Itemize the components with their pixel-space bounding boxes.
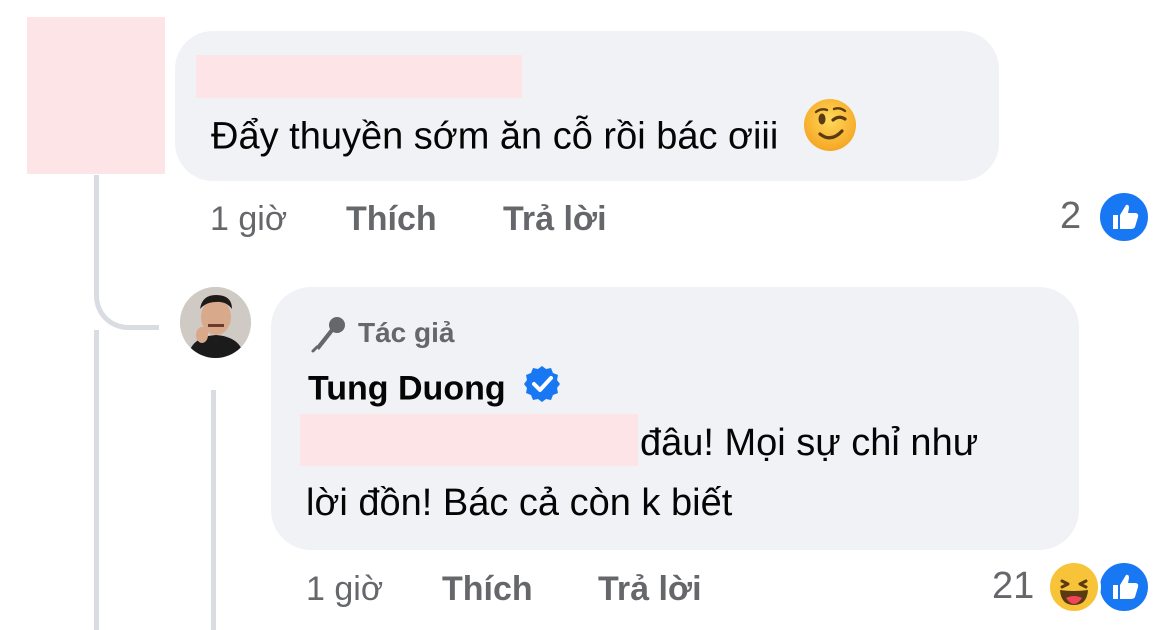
reply-reaction-count[interactable]: 21 bbox=[992, 565, 1034, 608]
reply-reply-button[interactable]: Trả lời bbox=[598, 570, 702, 609]
reply-text-line2: lời đồn! Bác cả còn k biết bbox=[306, 482, 733, 524]
comment-text-body: Đẩy thuyền sớm ăn cỗ rồi bác ơiii bbox=[211, 115, 779, 158]
reply-author-name[interactable]: Tung Duong bbox=[308, 364, 561, 414]
verified-badge-icon bbox=[523, 364, 561, 411]
reply-time[interactable]: 1 giờ bbox=[306, 570, 383, 609]
comment-time[interactable]: 1 giờ bbox=[210, 200, 287, 239]
author-badge-label: Tác giả bbox=[358, 317, 455, 348]
microphone-icon bbox=[308, 314, 348, 359]
thread-line-reply bbox=[211, 390, 216, 630]
wink-emoji-icon bbox=[803, 98, 857, 171]
reply-text-line1: đâu! Mọi sự chỉ như bbox=[640, 422, 979, 464]
haha-icon bbox=[1047, 560, 1101, 614]
reply-text-redacted bbox=[300, 414, 638, 466]
thread-line-main bbox=[94, 175, 159, 330]
commenter-avatar-redacted[interactable] bbox=[27, 17, 165, 174]
commenter-name-redacted[interactable] bbox=[196, 55, 522, 98]
thread-line-main-continue bbox=[94, 330, 99, 630]
reaction-count[interactable]: 2 bbox=[1060, 195, 1081, 238]
like-button[interactable]: Thích bbox=[346, 200, 437, 239]
like-icon bbox=[1097, 190, 1151, 244]
reply-button[interactable]: Trả lời bbox=[503, 200, 607, 239]
avatar[interactable] bbox=[180, 287, 251, 358]
reply-author-name-text: Tung Duong bbox=[308, 369, 506, 408]
like-icon bbox=[1097, 560, 1151, 614]
comment-text: Đẩy thuyền sớm ăn cỗ rồi bác ơiii bbox=[211, 99, 857, 175]
reply-like-button[interactable]: Thích bbox=[442, 570, 533, 609]
